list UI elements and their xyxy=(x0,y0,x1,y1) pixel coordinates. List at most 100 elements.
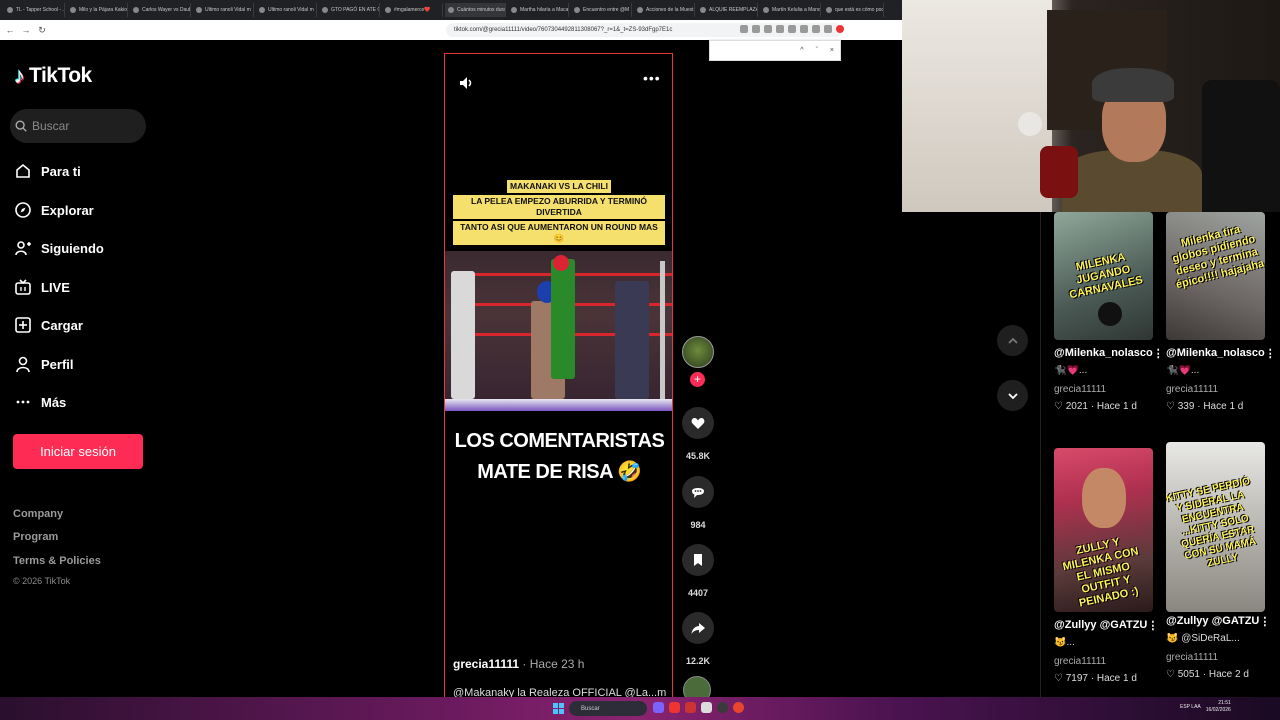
zoom-icon[interactable] xyxy=(764,25,772,33)
caption-line: TANTO ASI QUE AUMENTARON UN ROUND MAS 😊 xyxy=(453,221,665,245)
extension-icon[interactable] xyxy=(812,25,820,33)
browser-tab[interactable]: TL - Tapper School - ... xyxy=(4,3,65,17)
tab-label: Ultimo ranoli Vidal m xyxy=(268,7,314,13)
card-more-icon[interactable]: ⋮ xyxy=(1147,619,1158,632)
footer-terms-link[interactable]: Terms & Policies xyxy=(13,555,101,567)
card-author[interactable]: @Milenka_nolasco xyxy=(1054,347,1153,360)
browser-tab[interactable]: Ultimo ranoli Vidal m xyxy=(193,3,254,17)
app-icon[interactable] xyxy=(701,702,712,713)
like-button[interactable] xyxy=(682,407,714,439)
subtitle-line: MATE DE RISA 🤣 xyxy=(477,461,642,483)
compass-icon xyxy=(15,202,31,218)
app-icon[interactable] xyxy=(669,702,680,713)
login-button[interactable]: Iniciar sesión xyxy=(13,434,143,469)
corner-person xyxy=(615,281,649,399)
nav-para-ti[interactable]: Para ti xyxy=(14,160,81,182)
footer-company-link[interactable]: Company xyxy=(13,508,63,520)
subtitle-line: LOS COMENTARISTAS xyxy=(454,430,665,452)
nav-cargar[interactable]: Cargar xyxy=(14,314,83,336)
browser-tab[interactable]: Carlos Wayer vs Daub xyxy=(130,3,191,17)
browser-tab[interactable]: Cuántos minutos dura xyxy=(445,3,506,17)
tab-label: GTO PAGÓ EN ATE C xyxy=(331,7,380,13)
browser-tab[interactable]: ALQUIE REEMPLAZA xyxy=(697,3,758,17)
caption-line: MAKANAKI VS LA CHILI xyxy=(507,180,611,193)
card-author[interactable]: @Milenka_nolasco xyxy=(1166,347,1265,360)
related-video-card[interactable]: Milenka tira globos pidiendo deseo y ter… xyxy=(1166,212,1276,412)
video-thumbnail[interactable]: MILENKA JUGANDO CARNAVALES xyxy=(1054,212,1153,340)
tab-favicon-icon xyxy=(763,7,769,13)
nav-live[interactable]: LIVE xyxy=(14,276,70,298)
save-button[interactable] xyxy=(682,544,714,576)
find-next-button[interactable]: ˇ xyxy=(816,47,818,54)
extension-icon[interactable] xyxy=(800,25,808,33)
comment-button[interactable] xyxy=(682,476,714,508)
creator-avatar[interactable] xyxy=(682,336,714,368)
card-username[interactable]: grecia11111 xyxy=(1166,384,1266,395)
extension-icon[interactable] xyxy=(752,25,760,33)
app-icon[interactable] xyxy=(653,702,664,713)
video-thumbnail[interactable]: KITTY SE PERDIÓ Y SIDERAL LA ENCUENTRA .… xyxy=(1166,442,1265,612)
volume-icon[interactable] xyxy=(457,74,475,92)
app-icon[interactable] xyxy=(717,702,728,713)
browser-tab[interactable]: Milo y la Pájara Kakio xyxy=(67,3,128,17)
browser-tab[interactable]: Martha hilaría a Maca xyxy=(508,3,569,17)
following-icon xyxy=(15,241,31,256)
card-more-icon[interactable]: ⋮ xyxy=(1153,347,1164,360)
card-more-icon[interactable]: ⋮ xyxy=(1265,347,1276,360)
scroll-up-button[interactable] xyxy=(997,325,1028,356)
caption-line: LA PELEA EMPEZO ABURRIDA Y TERMINÓ DIVER… xyxy=(453,195,665,219)
tiktok-logo[interactable]: ♪ TikTok xyxy=(14,64,92,88)
video-author[interactable]: grecia11111 · Hace 23 h xyxy=(453,657,584,671)
bookmark-icon[interactable] xyxy=(788,25,796,33)
video-player[interactable]: ••• MAKANAKI VS LA CHILI LA PELEA EMPEZO… xyxy=(444,53,673,700)
clock[interactable]: 21:51 16/02/2026 xyxy=(1206,700,1231,714)
related-video-card[interactable]: MILENKA JUGANDO CARNAVALES @Milenka_nola… xyxy=(1054,212,1164,412)
browser-tab[interactable]: que está es cómo poder xyxy=(823,3,884,17)
video-more-icon[interactable]: ••• xyxy=(643,70,661,86)
video-thumbnail[interactable]: ZULLY Y MILENKA CON EL MISMO OUTFIT Y PE… xyxy=(1054,448,1153,612)
find-close-button[interactable]: × xyxy=(830,47,834,54)
reload-icon[interactable]: ↻ xyxy=(36,25,48,36)
nav-mas[interactable]: Más xyxy=(14,391,66,413)
app-icon[interactable] xyxy=(685,702,696,713)
find-prev-button[interactable]: ^ xyxy=(800,47,803,54)
nav-explorar[interactable]: Explorar xyxy=(14,199,94,221)
card-username[interactable]: grecia11111 xyxy=(1054,656,1154,667)
footer-program-link[interactable]: Program xyxy=(13,531,58,543)
windows-start-icon[interactable] xyxy=(553,703,564,714)
taskbar-search[interactable]: Buscar xyxy=(569,701,647,716)
browser-tab[interactable]: Martín Kelulia a Mano xyxy=(760,3,821,17)
extension-icon[interactable] xyxy=(836,25,844,33)
follow-plus-icon[interactable]: + xyxy=(690,372,705,387)
video-caption: MAKANAKI VS LA CHILI LA PELEA EMPEZO ABU… xyxy=(453,176,665,246)
tab-favicon-icon xyxy=(700,7,706,13)
author-name[interactable]: grecia11111 xyxy=(453,657,519,671)
share-button[interactable] xyxy=(682,612,714,644)
browser-tab[interactable]: Ultimo ranoli Vidal m xyxy=(256,3,317,17)
extension-icon[interactable] xyxy=(740,25,748,33)
card-username[interactable]: grecia11111 xyxy=(1054,384,1154,395)
video-thumbnail[interactable]: Milenka tira globos pidiendo deseo y ter… xyxy=(1166,212,1265,340)
browser-tab[interactable]: Encuentro entre @M xyxy=(571,3,632,17)
card-author[interactable]: @Zullyy @GATZU xyxy=(1166,615,1259,628)
language-indicator[interactable]: ESP LAA xyxy=(1180,704,1201,710)
share-icon[interactable] xyxy=(776,25,784,33)
card-username[interactable]: grecia11111 xyxy=(1166,652,1266,663)
scroll-down-button[interactable] xyxy=(997,380,1028,411)
card-more-icon[interactable]: ⋮ xyxy=(1259,615,1270,628)
browser-tab[interactable]: GTO PAGÓ EN ATE C xyxy=(319,3,380,17)
search-input[interactable]: Buscar xyxy=(10,109,146,143)
nav-siguiendo[interactable]: Siguiendo xyxy=(14,237,104,259)
app-icon[interactable] xyxy=(733,702,744,713)
browser-tab[interactable]: #mgalamerce❤️ xyxy=(382,3,443,17)
extension-icon[interactable] xyxy=(824,25,832,33)
nav-perfil[interactable]: Perfil xyxy=(14,353,74,375)
back-icon[interactable]: ← xyxy=(4,25,16,35)
copyright: © 2026 TikTok xyxy=(13,576,71,586)
related-video-card[interactable]: ZULLY Y MILENKA CON EL MISMO OUTFIT Y PE… xyxy=(1054,448,1158,684)
card-author[interactable]: @Zullyy @GATZU xyxy=(1054,619,1147,632)
tab-label: Carlos Wayer vs Daub xyxy=(142,7,191,13)
related-video-card[interactable]: KITTY SE PERDIÓ Y SIDERAL LA ENCUENTRA .… xyxy=(1166,442,1270,680)
forward-icon[interactable]: → xyxy=(20,25,32,35)
browser-tab[interactable]: Acciones de la Muest xyxy=(634,3,695,17)
